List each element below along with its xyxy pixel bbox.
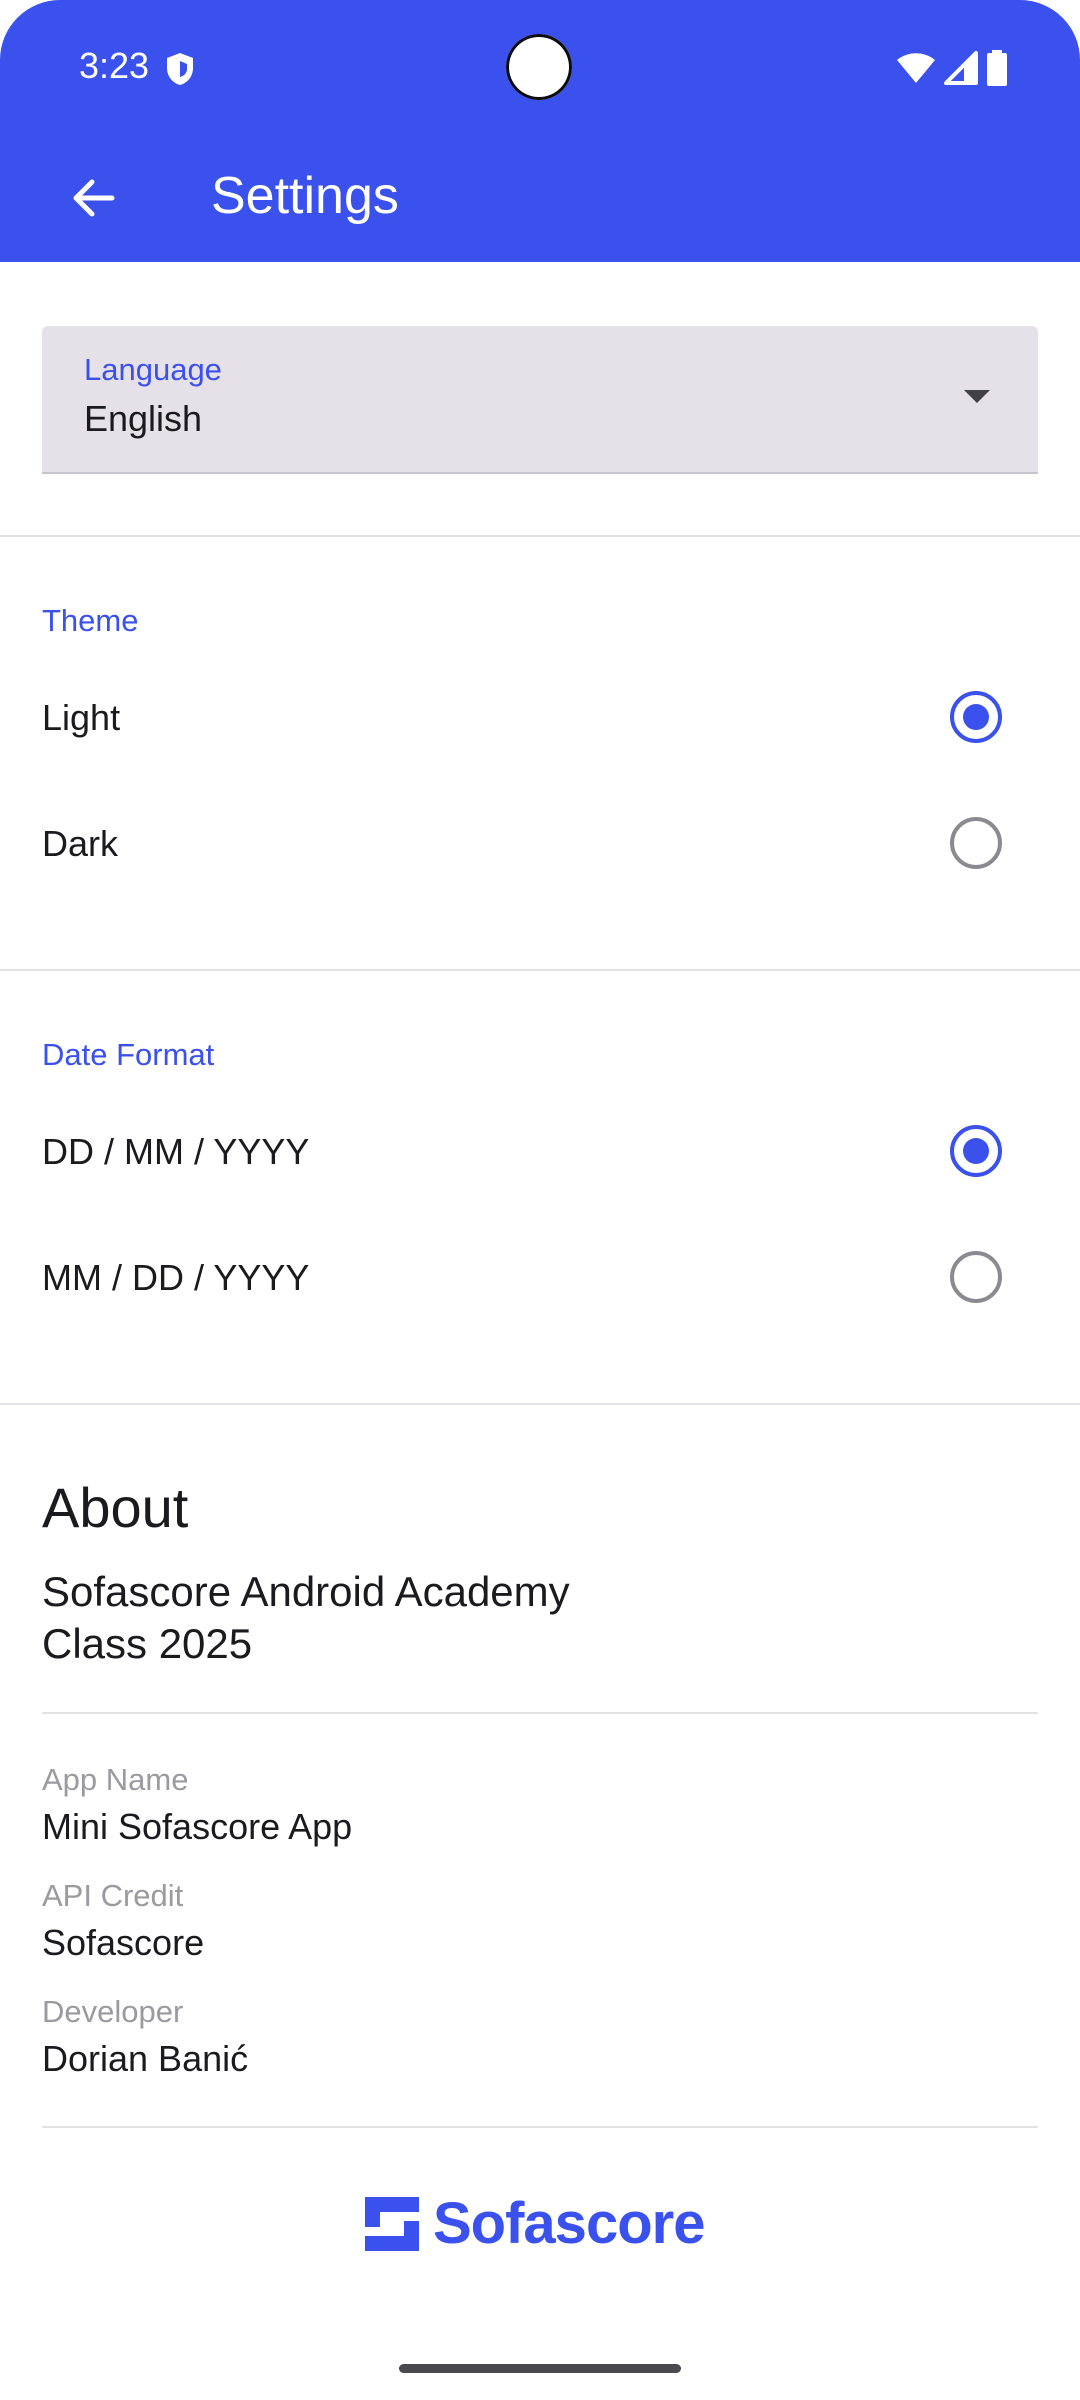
camera-cutout: [506, 34, 572, 100]
developer-value: Dorian Banić: [42, 2038, 249, 2079]
about-divider: [42, 1712, 1038, 1714]
dropdown-arrow-icon: [964, 390, 990, 403]
option-label: MM / DD / YYYY: [42, 1257, 310, 1298]
app-bar: 3:23 Settings: [0, 0, 1080, 262]
theme-section-title: Theme: [42, 603, 139, 638]
divider: [0, 1403, 1080, 1405]
language-value: English: [84, 398, 203, 439]
theme-option-dark[interactable]: Dark: [0, 793, 1080, 893]
logo-text: Sofascore: [433, 2191, 705, 2256]
status-time: 3:23: [79, 45, 150, 86]
radio-unselected[interactable]: [950, 817, 1002, 869]
date-format-section-title: Date Format: [42, 1037, 215, 1072]
about-divider: [42, 2126, 1038, 2128]
option-label: DD / MM / YYYY: [42, 1131, 310, 1172]
class-year: Class 2025: [42, 1620, 253, 1667]
back-arrow-icon[interactable]: [66, 170, 122, 226]
gesture-nav-handle[interactable]: [399, 2364, 681, 2373]
option-label: Dark: [42, 823, 119, 864]
divider: [0, 535, 1080, 537]
theme-option-light[interactable]: Light: [0, 667, 1080, 767]
app-name-value: Mini Sofascore App: [42, 1806, 353, 1847]
organization-name: Sofascore Android Academy: [42, 1568, 570, 1615]
divider: [0, 969, 1080, 971]
radio-selected[interactable]: [950, 1125, 1002, 1177]
status-bar: 3:23: [0, 0, 1080, 140]
battery-icon: [987, 50, 1007, 86]
language-dropdown[interactable]: Language English: [42, 326, 1038, 474]
sofascore-logo-icon: [365, 2196, 419, 2251]
page-title: Settings: [211, 167, 399, 225]
radio-selected[interactable]: [950, 691, 1002, 743]
date-format-option-dmy[interactable]: DD / MM / YYYY: [0, 1101, 1080, 1201]
radio-unselected[interactable]: [950, 1251, 1002, 1303]
api-credit-key: API Credit: [42, 1878, 184, 1913]
status-icons: [896, 50, 1008, 86]
sofascore-logo: Sofascore: [365, 2190, 705, 2257]
language-label: Language: [84, 352, 222, 387]
wifi-icon: [897, 53, 935, 83]
option-label: Light: [42, 697, 121, 738]
signal-icon: [944, 51, 978, 85]
developer-key: Developer: [42, 1994, 184, 2029]
shield-icon: [167, 53, 193, 85]
app-name-key: App Name: [42, 1762, 189, 1797]
date-format-option-mdy[interactable]: MM / DD / YYYY: [0, 1227, 1080, 1327]
api-credit-value: Sofascore: [42, 1922, 205, 1963]
about-heading: About: [42, 1476, 189, 1539]
